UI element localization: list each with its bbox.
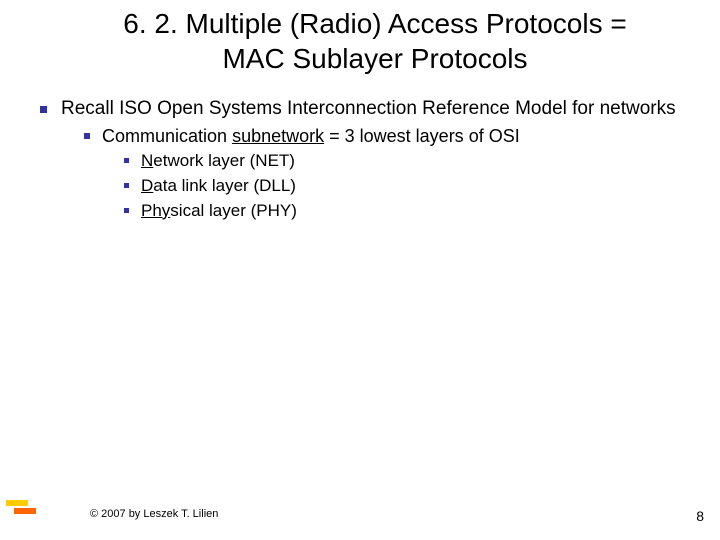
bullet-level3: Data link layer (DLL) [124, 175, 700, 198]
underlined-text: Phy [141, 201, 170, 220]
slide-body: Recall ISO Open Systems Interconnection … [0, 86, 720, 223]
bullet-level1: Recall ISO Open Systems Interconnection … [40, 96, 700, 122]
title-line-1: 6. 2. Multiple (Radio) Access Protocols … [123, 8, 626, 39]
bullet-level3: Network layer (NET) [124, 150, 700, 173]
text: sical layer (PHY) [170, 201, 297, 220]
square-bullet-icon [124, 183, 129, 188]
text: ata link layer (DLL) [153, 176, 296, 195]
square-bullet-icon [124, 208, 129, 213]
title-line-2: MAC Sublayer Protocols [222, 43, 527, 74]
bullet-l3a-text: Network layer (NET) [141, 150, 295, 173]
underlined-text: N [141, 151, 153, 170]
page-number: 8 [696, 508, 704, 524]
accent-decoration-icon [4, 500, 38, 520]
square-bullet-icon [40, 106, 47, 113]
underlined-text: subnetwork [232, 126, 324, 146]
text: Communication [102, 126, 232, 146]
bullet-level2: Communication subnetwork = 3 lowest laye… [84, 124, 700, 148]
bullet-l2-text: Communication subnetwork = 3 lowest laye… [102, 124, 520, 148]
square-bullet-icon [84, 133, 90, 139]
square-bullet-icon [124, 158, 129, 163]
copyright-text: © 2007 by Leszek T. Lilien [90, 508, 218, 520]
text: = 3 lowest layers of OSI [324, 126, 520, 146]
text: etwork layer (NET) [153, 151, 295, 170]
slide-title: 6. 2. Multiple (Radio) Access Protocols … [0, 0, 720, 86]
bullet-l3b-text: Data link layer (DLL) [141, 175, 296, 198]
bullet-l1-text: Recall ISO Open Systems Interconnection … [61, 96, 676, 122]
underlined-text: D [141, 176, 153, 195]
bullet-l3c-text: Physical layer (PHY) [141, 200, 297, 223]
bullet-level3: Physical layer (PHY) [124, 200, 700, 223]
